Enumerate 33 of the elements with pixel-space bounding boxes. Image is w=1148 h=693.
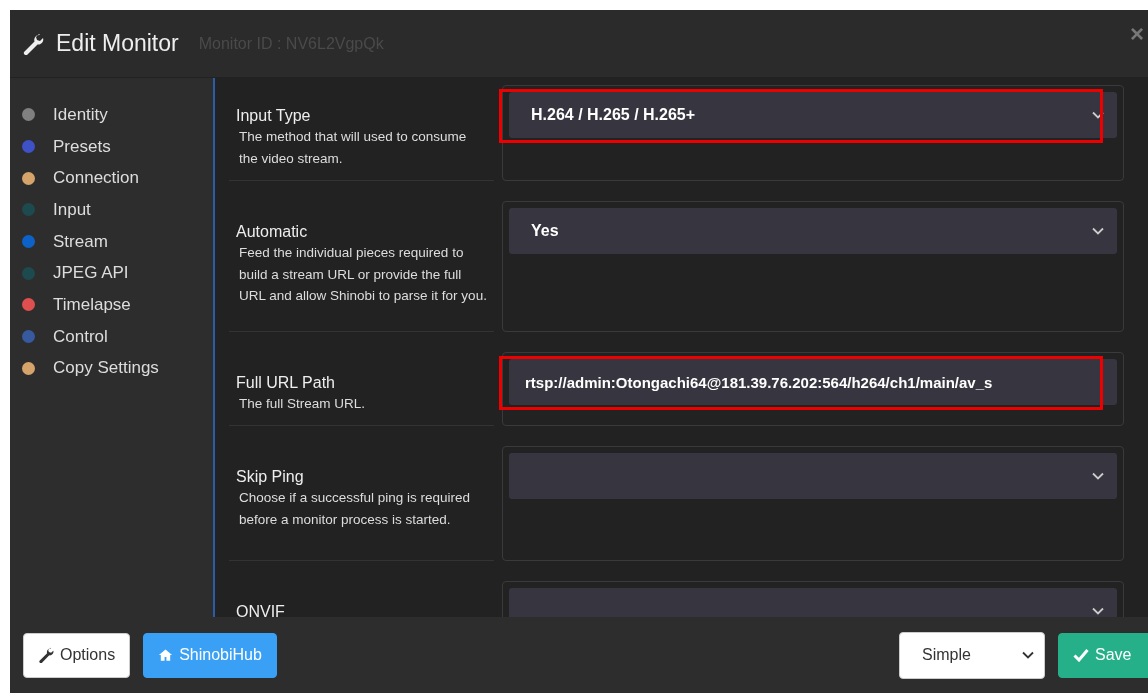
field-description: The full Stream URL. [238, 395, 367, 413]
sidebar-item[interactable]: Connection [53, 168, 139, 189]
chevron-down-icon [1092, 472, 1104, 480]
select-field[interactable]: H.264 / H.265 / H.265+ [509, 92, 1117, 138]
check-icon [1073, 648, 1089, 662]
chevron-down-icon [1092, 227, 1104, 235]
chevron-down-icon [1092, 607, 1104, 615]
field-label: ONVIF [236, 603, 285, 617]
wrench-icon [22, 32, 44, 55]
wrench-icon [38, 647, 54, 663]
sidebar-item[interactable]: Input [53, 199, 91, 220]
options-button[interactable]: Options [23, 632, 131, 678]
sidebar-item[interactable]: JPEG API [53, 263, 129, 284]
select-field[interactable] [509, 453, 1117, 499]
sidebar-item[interactable]: Stream [53, 231, 108, 252]
field-label: Skip Ping [236, 468, 304, 485]
field-label: Automatic [236, 223, 308, 240]
mode-select[interactable]: Simple [899, 631, 1045, 679]
sidebar-item[interactable]: Timelapse [53, 294, 131, 315]
input-field[interactable]: rtsp://admin:Otongachi64@181.39.76.202:564/h264/ch1/main/av_s [509, 359, 1117, 405]
field-description: The method that will used to consume the video stream. [238, 128, 468, 168]
sidebar-item[interactable]: Copy Settings [53, 358, 159, 379]
field-label: Input Type [236, 107, 311, 124]
select-field[interactable]: Yes [509, 208, 1117, 254]
chevron-down-icon [1022, 651, 1034, 659]
home-icon [158, 648, 174, 662]
field-description: Feed the individual pieces required to build a stream URL or provide the full URL and allow Shinobi to parse it for you. [238, 244, 487, 305]
sidebar-item[interactable]: Control [53, 326, 108, 347]
field-label: Full URL Path [236, 374, 335, 391]
dialog-title: Edit Monitor [56, 30, 179, 57]
sidebar-item[interactable]: Presets [53, 136, 111, 157]
sidebar-item[interactable]: Identity [53, 104, 108, 125]
field-description: Choose if a successful ping is required before a monitor process is started. [238, 489, 472, 529]
